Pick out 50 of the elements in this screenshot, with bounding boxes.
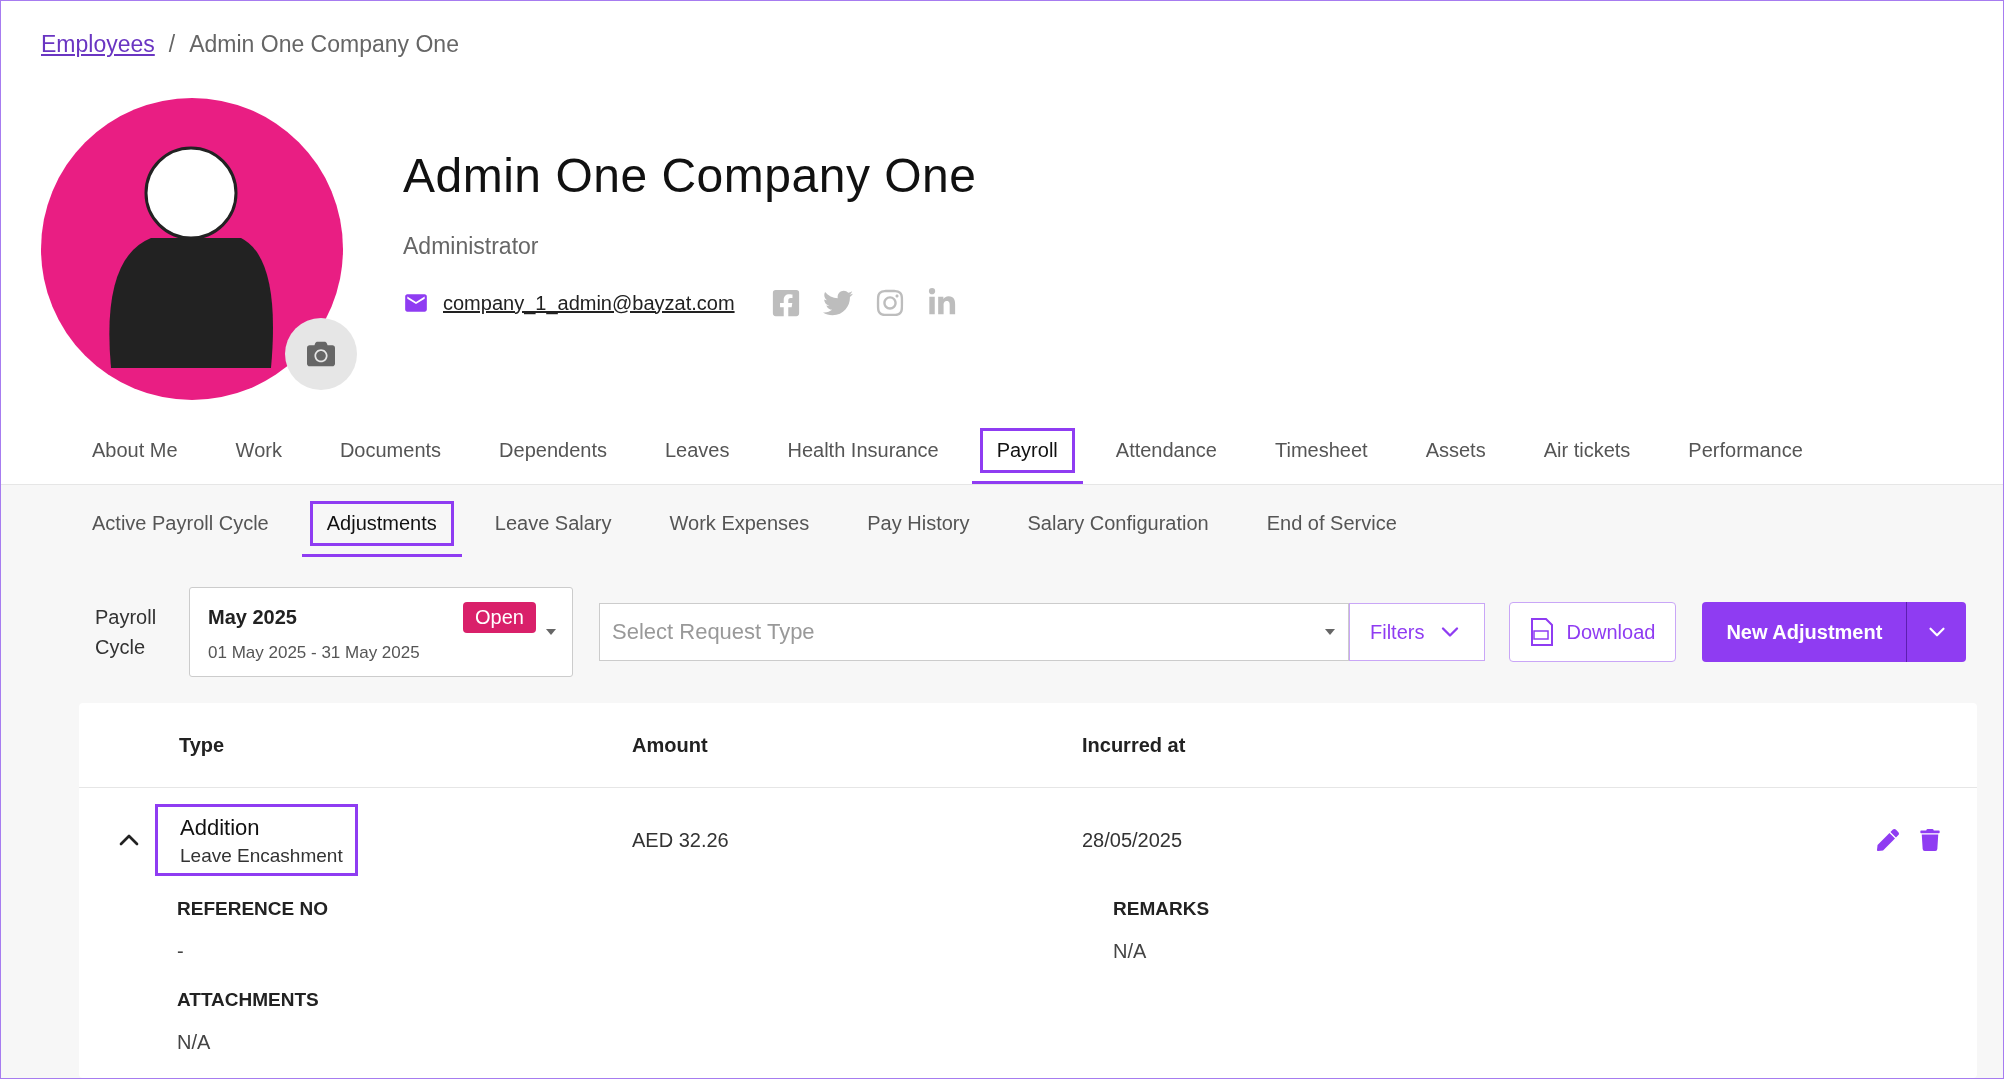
spreadsheet-file-icon <box>1530 618 1555 646</box>
subtab[interactable]: End of Service <box>1241 495 1422 557</box>
subtab[interactable]: Work Expenses <box>644 495 835 557</box>
tab[interactable]: Dependents <box>474 422 632 484</box>
breadcrumb-current: Admin One Company One <box>189 31 459 58</box>
tab[interactable]: Timesheet <box>1250 422 1393 484</box>
tab[interactable]: Documents <box>314 422 467 484</box>
adjustment-type: Addition <box>180 815 261 841</box>
detail-label: ATTACHMENTS <box>177 989 320 1011</box>
tab[interactable]: Assets <box>1400 422 1511 484</box>
cycle-month: May 2025 <box>208 605 297 629</box>
caret-icon <box>546 629 556 635</box>
delete-icon[interactable] <box>1919 829 1941 851</box>
tab[interactable]: Performance <box>1663 422 1828 484</box>
tab[interactable]: Air tickets <box>1518 422 1656 484</box>
tab[interactable]: About Me <box>67 422 203 484</box>
tab[interactable]: Work <box>210 422 307 484</box>
detail-value: N/A <box>177 1031 212 1054</box>
cycle-range: 01 May 2025 - 31 May 2025 <box>208 642 421 663</box>
status-badge: Open <box>463 601 536 633</box>
detail-label: REMARKS <box>1113 898 1211 920</box>
profile-role: Administrator <box>403 233 540 260</box>
detail-value: - <box>177 940 185 963</box>
column-header: Incurred at <box>1082 733 1187 757</box>
breadcrumb-separator: / <box>168 31 176 58</box>
caret-icon <box>1325 629 1335 635</box>
tab[interactable]: Leaves <box>639 422 755 484</box>
date-cell-text: 28/05/2025 <box>1082 828 1184 852</box>
detail-label: REFERENCE NO <box>177 898 329 920</box>
payroll-cycle-label: Payroll Cycle <box>95 605 158 660</box>
detail-value: N/A <box>1113 940 1148 963</box>
download-button[interactable]: Download <box>1509 602 1677 662</box>
adjustment-subtype: Leave Encashment <box>180 845 343 867</box>
request-type-select[interactable]: Select Request Type <box>599 603 1349 661</box>
column-header: Type <box>179 733 226 757</box>
tab[interactable]: Health Insurance <box>762 422 964 484</box>
payroll-cycle-select[interactable]: May 2025 Open 01 May 2025 - 31 May 2025 <box>189 587 573 677</box>
filters-button[interactable]: Filters <box>1349 603 1486 661</box>
subtab[interactable]: Leave Salary <box>469 495 637 557</box>
column-header: Amount <box>632 733 709 757</box>
email-link[interactable]: company_1_admin@bayzat.com <box>443 291 735 315</box>
amount-cell-text: AED 32.26 <box>632 828 730 852</box>
tab[interactable]: Attendance <box>1090 422 1242 484</box>
camera-icon <box>307 340 335 368</box>
subtab[interactable]: Salary Configuration <box>1002 495 1234 557</box>
subtab[interactable]: Pay History <box>842 495 995 557</box>
profile-name: Admin One Company One <box>403 148 977 203</box>
subtab[interactable]: Active Payroll Cycle <box>67 495 294 557</box>
breadcrumb-link[interactable]: Employees <box>41 31 155 58</box>
edit-icon[interactable] <box>1877 829 1899 851</box>
